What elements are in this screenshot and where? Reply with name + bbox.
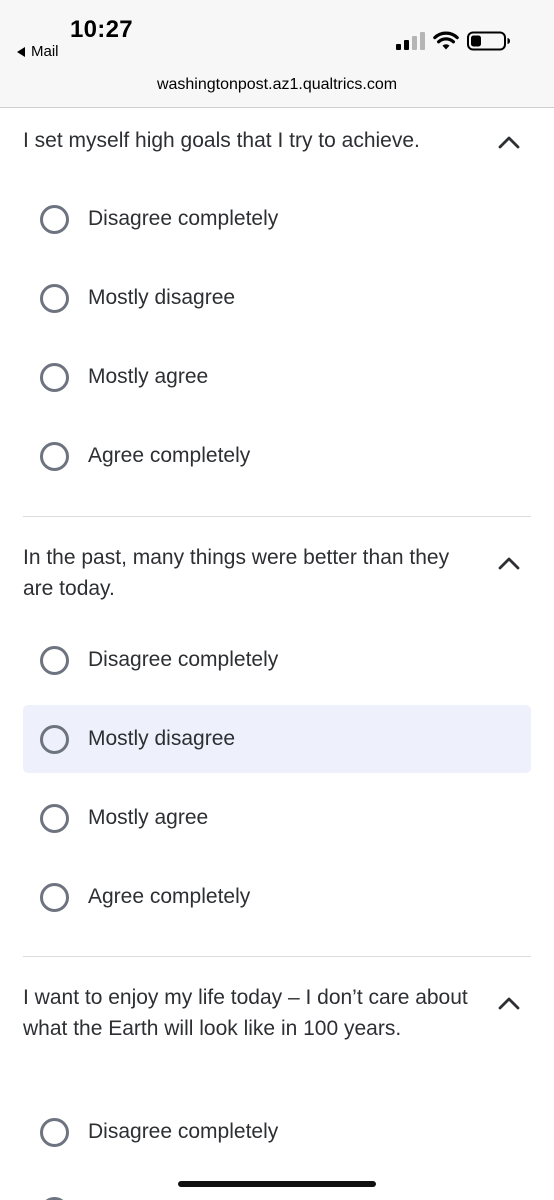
page-url: washingtonpost.az1.qualtrics.com	[156, 76, 398, 93]
home-indicator[interactable]	[178, 1181, 376, 1187]
wifi-icon	[433, 31, 459, 50]
collapse-chevron-up-icon[interactable]	[498, 995, 520, 1011]
option-mostly-agree[interactable]: Mostly agree	[23, 784, 531, 852]
radio-button[interactable]	[40, 882, 69, 912]
option-label: Disagree completely	[88, 207, 279, 230]
question-1-text: I set myself high goals that I try to ac…	[23, 129, 420, 152]
status-bar: 10:27 Mail washingtonpost.az1.qualtrics.…	[0, 0, 554, 108]
option-disagree-completely[interactable]: Disagree completely	[23, 626, 531, 694]
collapse-chevron-up-icon[interactable]	[498, 555, 520, 571]
battery-icon	[467, 31, 510, 51]
radio-button[interactable]	[40, 724, 69, 754]
option-agree-completely[interactable]: Agree completely	[23, 422, 531, 490]
cellular-signal-icon	[396, 32, 425, 50]
option-disagree-completely[interactable]: Disagree completely	[23, 1098, 531, 1166]
radio-button[interactable]	[40, 1196, 69, 1200]
option-mostly-disagree-hovered[interactable]: Mostly disagree	[23, 705, 531, 773]
option-label: Mostly disagree	[88, 727, 236, 750]
back-to-mail-link[interactable]: Mail	[17, 43, 59, 60]
radio-button[interactable]	[40, 283, 69, 313]
collapse-chevron-up-icon[interactable]	[498, 134, 520, 150]
radio-button[interactable]	[40, 362, 69, 392]
question-divider	[23, 956, 531, 957]
radio-button[interactable]	[40, 204, 69, 234]
option-label: Mostly agree	[88, 806, 209, 829]
radio-button[interactable]	[40, 1117, 69, 1147]
option-mostly-agree[interactable]: Mostly agree	[23, 343, 531, 411]
radio-button[interactable]	[40, 803, 69, 833]
back-arrow-icon	[17, 46, 25, 57]
option-mostly-disagree[interactable]: Mostly disagree	[23, 264, 531, 332]
option-agree-completely[interactable]: Agree completely	[23, 863, 531, 931]
option-label: Agree completely	[88, 444, 251, 467]
clock-time: 10:27	[70, 16, 133, 43]
radio-button[interactable]	[40, 645, 69, 675]
option-disagree-completely[interactable]: Disagree completely	[23, 185, 531, 253]
survey-page: 10:27 Mail washingtonpost.az1.qualtrics.…	[0, 0, 554, 1200]
option-label: Agree completely	[88, 885, 251, 908]
back-label: Mail	[31, 43, 59, 60]
radio-button[interactable]	[40, 441, 69, 471]
option-label: Mostly disagree	[88, 286, 236, 309]
option-label: Disagree completely	[88, 648, 279, 671]
option-label: Mostly agree	[88, 365, 209, 388]
question-divider	[23, 516, 531, 517]
option-label: Disagree completely	[88, 1120, 279, 1143]
question-3-text: I want to enjoy my life today – I don’t …	[23, 986, 468, 1040]
question-2-text: In the past, many things were better tha…	[23, 546, 450, 600]
